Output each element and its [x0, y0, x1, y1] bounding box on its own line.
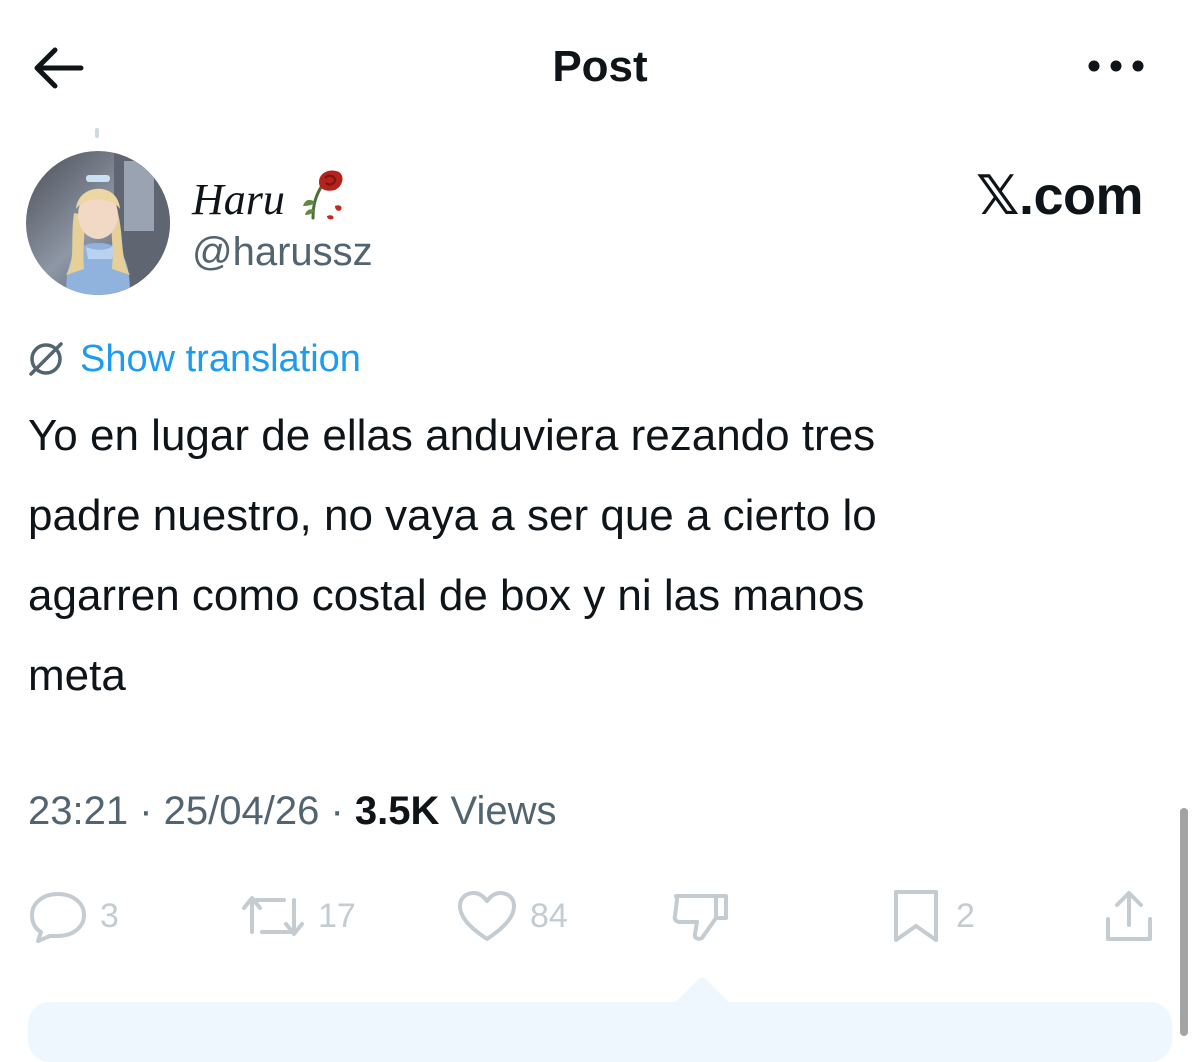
scrollbar[interactable]	[1180, 808, 1188, 1036]
repost-icon	[242, 896, 304, 936]
reply-count: 3	[100, 896, 119, 935]
heart-icon	[458, 891, 516, 941]
post-meta: 23:21 · 25/04/26 · 3.5K Views	[28, 784, 557, 838]
views-label: Views	[439, 789, 557, 833]
repost-button[interactable]: 17	[240, 886, 356, 946]
bookmark-count: 2	[956, 896, 975, 935]
avatar[interactable]	[26, 151, 170, 295]
share-button[interactable]	[1100, 886, 1158, 946]
page-title-wrap: Post	[0, 40, 1200, 94]
avatar-image	[26, 151, 170, 295]
post-text: Yo en lugar de ellas anduviera rezando t…	[28, 411, 877, 700]
share-icon	[1106, 891, 1152, 941]
bottom-panel	[28, 1002, 1172, 1062]
post-date[interactable]: 25/04/26	[164, 784, 320, 838]
meta-separator: ·	[319, 789, 355, 833]
arrow-left-icon	[34, 47, 84, 89]
bookmark-button[interactable]: 2	[888, 886, 975, 946]
more-horizontal-icon	[1088, 60, 1144, 72]
reply-button[interactable]: 3	[28, 886, 119, 946]
show-translation-button[interactable]: Show translation	[26, 334, 361, 384]
like-button[interactable]: 84	[456, 886, 568, 946]
author-name[interactable]: Haru	[192, 166, 349, 234]
meta-separator: ·	[128, 789, 164, 833]
more-button[interactable]	[1080, 44, 1152, 88]
dislike-icon	[672, 894, 728, 941]
globe-slash-icon	[29, 342, 63, 376]
reply-icon	[30, 892, 86, 943]
bookmark-icon	[894, 890, 938, 942]
page-title: Post	[552, 42, 648, 91]
like-count: 84	[530, 896, 568, 935]
repost-count: 17	[318, 896, 356, 935]
show-translation-label: Show translation	[80, 338, 361, 380]
views-count[interactable]: 3.5K	[355, 784, 440, 838]
author-handle[interactable]: @harussz	[192, 226, 373, 278]
back-button[interactable]	[26, 38, 90, 98]
display-name: Haru	[192, 175, 285, 224]
thread-line	[95, 128, 99, 138]
brand-watermark: 𝕏.com	[975, 166, 1144, 226]
dislike-button[interactable]	[668, 886, 732, 946]
wilted-rose-icon	[301, 166, 349, 234]
post-time[interactable]: 23:21	[28, 784, 128, 838]
